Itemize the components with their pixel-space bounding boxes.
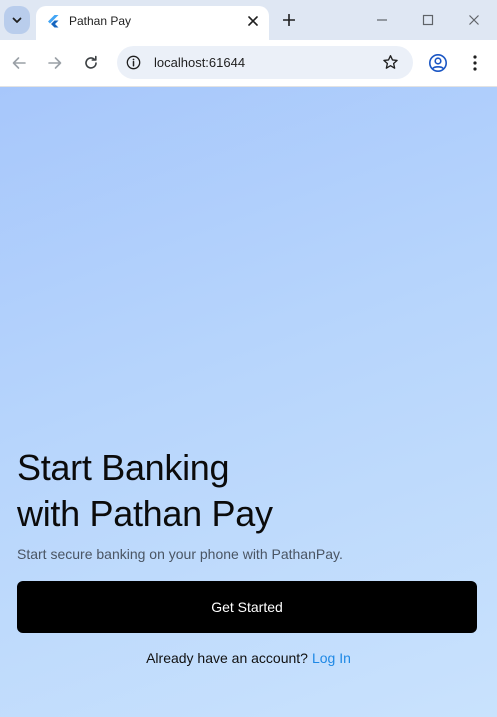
window-close-button[interactable] (466, 12, 482, 28)
arrow-right-icon (48, 57, 62, 69)
login-link[interactable]: Log In (312, 650, 351, 666)
arrow-left-icon (12, 57, 26, 69)
headline-line-1: Start Banking (17, 447, 230, 488)
flutter-icon (48, 15, 59, 28)
forward-button[interactable] (45, 53, 65, 73)
reload-icon (85, 55, 97, 69)
more-vertical-icon (473, 55, 477, 71)
page-subtitle: Start secure banking on your phone with … (17, 546, 343, 562)
back-button[interactable] (9, 53, 29, 73)
page-headline: Start Banking with Pathan Pay (17, 445, 273, 537)
tab-search-button[interactable] (4, 6, 30, 34)
plus-icon (283, 14, 295, 26)
minimize-button[interactable] (374, 12, 390, 28)
page-viewport: Start Banking with Pathan Pay Start secu… (0, 87, 497, 717)
tab-title: Pathan Pay (69, 14, 132, 28)
reload-button[interactable] (81, 53, 101, 73)
tab-strip: Pathan Pay (0, 0, 497, 40)
maximize-button[interactable] (420, 12, 436, 28)
tab-close-button[interactable] (245, 13, 261, 29)
profile-icon[interactable] (428, 53, 448, 73)
address-bar[interactable]: localhost:61644 (117, 46, 413, 79)
headline-line-2: with Pathan Pay (17, 493, 273, 534)
star-icon[interactable] (382, 54, 399, 71)
get-started-button[interactable]: Get Started (17, 581, 477, 633)
close-icon (248, 16, 258, 26)
tab-pathan-pay[interactable]: Pathan Pay (36, 6, 269, 40)
info-icon[interactable] (126, 55, 141, 70)
address-url[interactable]: localhost:61644 (154, 55, 245, 70)
browser-toolbar: localhost:61644 (0, 40, 497, 87)
browser-window: Pathan Pay localhost:61644 Start Banking… (0, 0, 497, 717)
login-prompt-text: Already have an account? (146, 650, 308, 666)
new-tab-button[interactable] (280, 11, 298, 29)
browser-menu-button[interactable] (466, 53, 484, 73)
close-icon (469, 15, 479, 25)
minimize-icon (377, 19, 387, 21)
maximize-icon (422, 14, 434, 26)
login-prompt-row: Already have an account? Log In (0, 650, 497, 666)
chevron-down-icon (12, 17, 22, 23)
